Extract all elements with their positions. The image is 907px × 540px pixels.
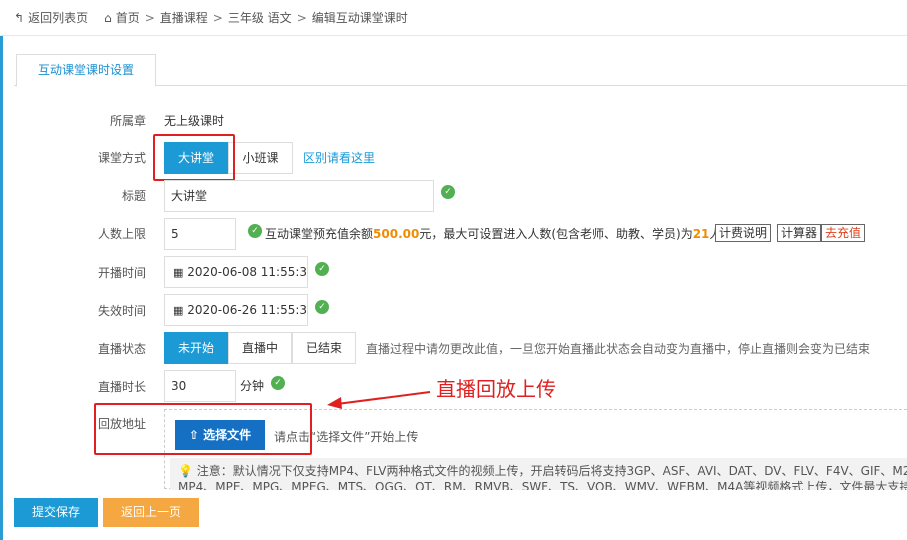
chapter-value: 无上级课时 xyxy=(164,114,225,128)
lightbulb-icon: 💡 xyxy=(178,464,193,478)
balance-value: 500.00 xyxy=(373,227,420,241)
end-time-label: 失效时间 xyxy=(97,304,146,318)
annotation-arrow xyxy=(327,391,431,409)
duration-input[interactable]: 30 xyxy=(164,370,236,402)
breadcrumb-current: 编辑互动课堂课时 xyxy=(311,11,408,25)
class-mode-label: 课堂方式 xyxy=(97,151,146,165)
highlight-box-replay xyxy=(94,403,312,455)
breadcrumb-home[interactable]: 首页 xyxy=(116,9,140,26)
start-time-check-icon: ✓ xyxy=(315,262,329,276)
return-arrow-icon: ↰ xyxy=(14,10,25,25)
calculator-button[interactable]: 计算器 xyxy=(777,224,822,242)
breadcrumb-separator: > xyxy=(144,10,155,25)
format-notice: 💡 注意：默认情况下仅支持MP4、FLV两种格式文件的视频上传，开启转码后将支持… xyxy=(170,458,907,490)
end-time-check-icon: ✓ xyxy=(315,300,329,314)
start-time-label: 开播时间 xyxy=(97,266,146,280)
capacity-info: 互动课堂预充值余额500.00元，最大可设置进入人数(包含老师、助教、学员)为2… xyxy=(265,227,721,241)
tab-bar: 互动课堂课时设置 xyxy=(14,54,907,87)
max-people-value: 21 xyxy=(692,227,710,241)
live-status-ended-button[interactable]: 已结束 xyxy=(292,332,356,364)
end-time-input[interactable]: ▦ 2020-06-26 11:55:32 xyxy=(164,294,308,326)
home-icon: ⌂ xyxy=(104,10,112,25)
tab-lesson-settings[interactable]: 互动课堂课时设置 xyxy=(16,54,157,87)
back-to-list-link[interactable]: ↰ 返回列表页 xyxy=(14,9,88,26)
calendar-icon: ▦ xyxy=(173,266,184,279)
duration-label: 直播时长 xyxy=(97,380,146,394)
title-check-icon: ✓ xyxy=(441,185,455,199)
title-label: 标题 xyxy=(121,189,146,203)
capacity-check-icon: ✓ xyxy=(248,224,262,238)
breadcrumb-separator: > xyxy=(212,10,223,25)
billing-explanation-button[interactable]: 计费说明 xyxy=(715,224,772,242)
capacity-input[interactable]: 5 xyxy=(164,218,236,250)
live-status-live-button[interactable]: 直播中 xyxy=(228,332,292,364)
recharge-button[interactable]: 去充值 xyxy=(821,224,866,242)
breadcrumb-course[interactable]: 三年级 语文 xyxy=(228,9,292,26)
start-time-input[interactable]: ▦ 2020-06-08 11:55:31 xyxy=(164,256,308,288)
class-mode-small-class-button[interactable]: 小班课 xyxy=(228,142,293,174)
highlight-box-class-mode xyxy=(153,134,235,181)
duration-unit: 分钟 xyxy=(240,379,265,393)
left-accent-strip xyxy=(0,36,3,540)
breadcrumb-separator: > xyxy=(296,10,307,25)
annotation-label: 直播回放上传 xyxy=(436,377,556,401)
chapter-label: 所属章 xyxy=(109,114,146,128)
calendar-icon: ▦ xyxy=(173,304,184,317)
live-status-hint: 直播过程中请勿更改此值，一旦您开始直播此状态会自动变为直播中，停止直播则会变为已… xyxy=(366,342,871,356)
live-status-label: 直播状态 xyxy=(97,342,146,356)
class-mode-difference-link[interactable]: 区别请看这里 xyxy=(303,149,375,166)
capacity-label: 人数上限 xyxy=(97,227,146,241)
breadcrumb-live-courses[interactable]: 直播课程 xyxy=(160,9,208,26)
breadcrumb: ↰ 返回列表页 ⌂ 首页 > 直播课程 > 三年级 语文 > 编辑互动课堂课时 xyxy=(0,0,907,36)
submit-save-button[interactable]: 提交保存 xyxy=(14,498,98,527)
duration-check-icon: ✓ xyxy=(271,376,285,390)
go-back-button[interactable]: 返回上一页 xyxy=(103,498,199,527)
live-status-not-started-button[interactable]: 未开始 xyxy=(164,332,228,364)
title-input[interactable]: 大讲堂 xyxy=(164,180,434,212)
